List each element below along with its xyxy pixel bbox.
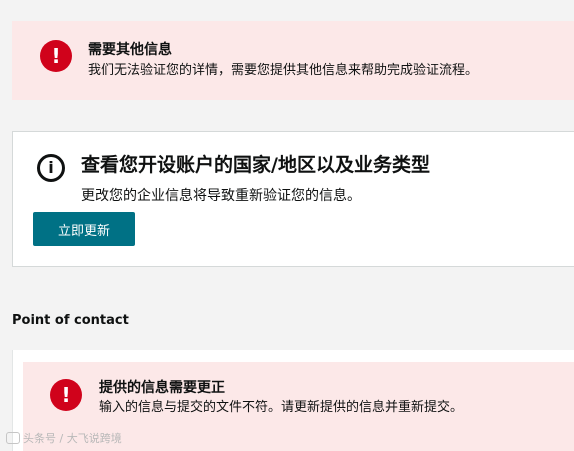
page: ! 需要其他信息 我们无法验证您的详情，需要您提供其他信息来帮助完成验证流程。 … [0, 0, 574, 451]
watermark-logo-icon [6, 432, 20, 444]
alert-title: 需要其他信息 [88, 42, 172, 58]
card-description: 更改您的企业信息将导致重新验证您的信息。 [81, 188, 361, 204]
additional-info-alert: ! 需要其他信息 我们无法验证您的详情，需要您提供其他信息来帮助完成验证流程。 [12, 21, 574, 100]
info-icon: i [37, 154, 65, 182]
country-business-type-card: i 查看您开设账户的国家/地区以及业务类型 更改您的企业信息将导致重新验证您的信… [12, 131, 574, 267]
watermark: 头条号 / 大飞说跨境 [6, 430, 122, 446]
alert-message: 我们无法验证您的详情，需要您提供其他信息来帮助完成验证流程。 [88, 63, 479, 78]
card-title: 查看您开设账户的国家/地区以及业务类型 [81, 154, 430, 176]
watermark-text: 头条号 / 大飞说跨境 [23, 432, 122, 445]
point-of-contact-heading: Point of contact [12, 313, 129, 328]
alert-message: 输入的信息与提交的文件不符。请更新提供的信息并重新提交。 [99, 400, 464, 415]
exclamation-icon: ! [40, 40, 72, 72]
update-now-button[interactable]: 立即更新 [33, 212, 135, 246]
alert-title: 提供的信息需要更正 [99, 380, 225, 396]
exclamation-icon: ! [50, 379, 82, 411]
